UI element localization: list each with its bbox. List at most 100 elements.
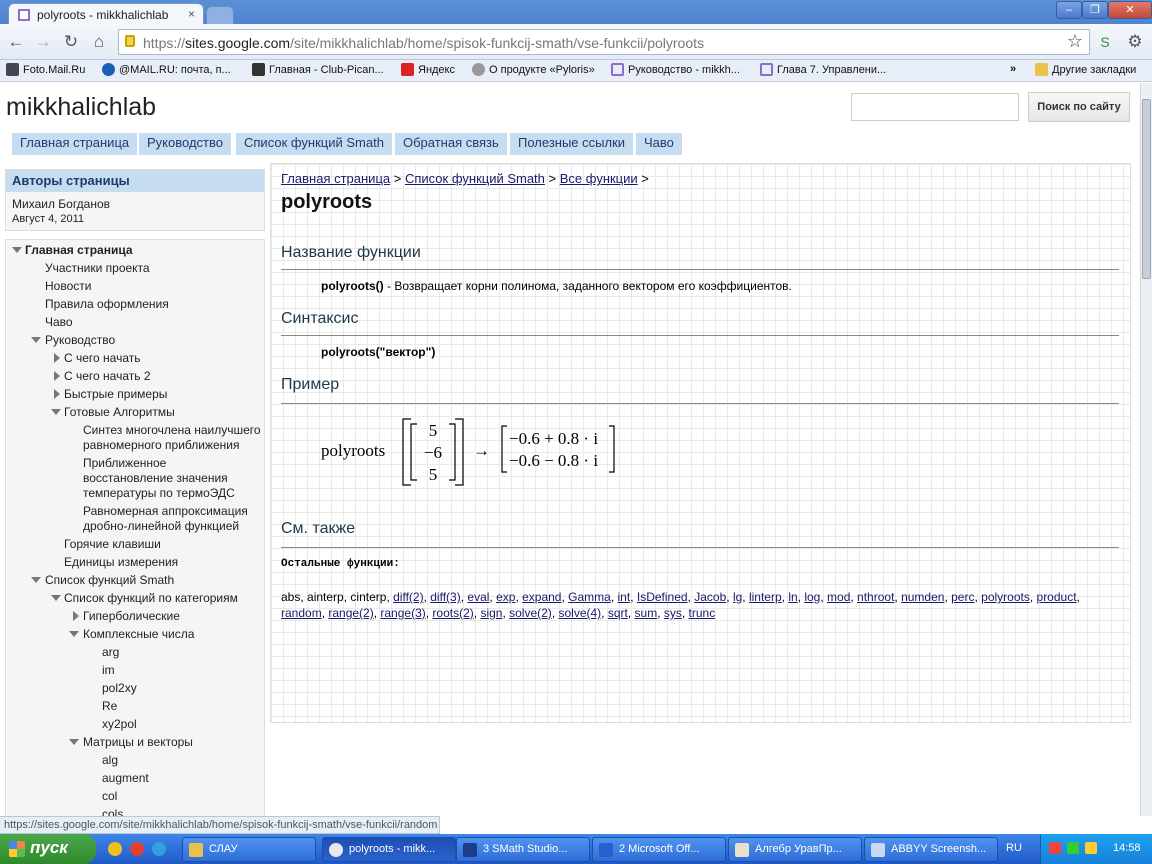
taskbar-item[interactable]: 3 SMath Studio... bbox=[456, 837, 590, 862]
nav-feedback[interactable]: Обратная связь bbox=[395, 133, 507, 155]
breadcrumb-all-functions[interactable]: Все функции bbox=[560, 171, 638, 186]
collapse-icon[interactable] bbox=[51, 595, 61, 601]
function-link[interactable]: nthroot bbox=[857, 590, 894, 604]
tree-item[interactable]: Список функций Smath bbox=[45, 573, 174, 587]
function-link[interactable]: Gamma bbox=[568, 590, 611, 604]
tree-item[interactable]: Руководство bbox=[45, 333, 115, 347]
tree-item[interactable]: arg bbox=[102, 645, 119, 659]
function-link[interactable]: solve(4) bbox=[558, 606, 601, 620]
tree-item[interactable]: xy2pol bbox=[102, 717, 137, 731]
nav-rukovodstvo[interactable]: Руководство bbox=[139, 133, 231, 155]
collapse-icon[interactable] bbox=[31, 337, 41, 343]
tree-item[interactable]: Матрицы и векторы bbox=[83, 735, 193, 749]
breadcrumb-function-list[interactable]: Список функций Smath bbox=[405, 171, 545, 186]
function-link[interactable]: numden bbox=[901, 590, 944, 604]
nav-useful-links[interactable]: Полезные ссылки bbox=[510, 133, 634, 155]
scrollbar-thumb[interactable] bbox=[1142, 99, 1151, 279]
collapse-icon[interactable] bbox=[51, 409, 61, 415]
expand-icon[interactable] bbox=[73, 611, 79, 621]
function-link[interactable]: roots(2) bbox=[432, 606, 473, 620]
nav-faq[interactable]: Чаво bbox=[636, 133, 682, 155]
function-link[interactable]: random bbox=[281, 606, 322, 620]
minimize-button[interactable]: ‒ bbox=[1056, 1, 1082, 19]
nav-home[interactable]: Главная страница bbox=[12, 133, 138, 155]
function-link[interactable]: product bbox=[1037, 590, 1077, 604]
bookmark-mail-ru[interactable]: @MAIL.RU: почта, п... bbox=[102, 63, 231, 76]
expand-icon[interactable] bbox=[54, 389, 60, 399]
home-icon[interactable]: ⌂ bbox=[88, 31, 110, 53]
tree-item[interactable]: pol2xy bbox=[102, 681, 137, 695]
bookmarks-overflow-icon[interactable]: » bbox=[1010, 63, 1016, 75]
site-search-input[interactable] bbox=[851, 93, 1019, 121]
tree-item[interactable]: С чего начать 2 bbox=[64, 369, 151, 383]
bookmark-rukovodstvo[interactable]: Руководство - mikkh... bbox=[611, 63, 740, 76]
tray-icon[interactable] bbox=[1049, 842, 1061, 854]
tab-close-icon[interactable]: × bbox=[188, 7, 195, 21]
wrench-icon[interactable]: ⚙ bbox=[1124, 31, 1146, 53]
collapse-icon[interactable] bbox=[69, 631, 79, 637]
collapse-icon[interactable] bbox=[69, 739, 79, 745]
function-link[interactable]: eval bbox=[467, 590, 489, 604]
tree-item[interactable]: Единицы измерения bbox=[64, 555, 178, 569]
site-search-button[interactable]: Поиск по сайту bbox=[1028, 92, 1130, 122]
tree-item[interactable]: col bbox=[102, 789, 117, 803]
function-link[interactable]: exp bbox=[496, 590, 515, 604]
maximize-button[interactable]: ❐ bbox=[1082, 1, 1108, 19]
start-button[interactable]: пуск bbox=[0, 834, 96, 864]
function-link[interactable]: ln bbox=[788, 590, 797, 604]
function-link[interactable]: range(3) bbox=[380, 606, 425, 620]
function-link[interactable]: lg bbox=[733, 590, 742, 604]
function-link[interactable]: linterp bbox=[749, 590, 782, 604]
tree-item[interactable]: Список функций по категориям bbox=[64, 591, 238, 605]
function-link[interactable]: polyroots bbox=[981, 590, 1030, 604]
reload-icon[interactable]: ↻ bbox=[60, 31, 82, 53]
bookmark-pyloris[interactable]: О продукте «Pyloris» bbox=[472, 63, 595, 76]
back-icon[interactable]: ← bbox=[5, 31, 27, 53]
new-tab-button[interactable] bbox=[206, 6, 234, 24]
tree-item[interactable]: augment bbox=[102, 771, 149, 785]
function-link[interactable]: Jacob bbox=[694, 590, 726, 604]
taskbar-item-active[interactable]: polyroots - mikk... bbox=[322, 837, 456, 862]
expand-icon[interactable] bbox=[54, 371, 60, 381]
tree-item[interactable]: Горячие клавиши bbox=[64, 537, 161, 551]
expand-icon[interactable] bbox=[54, 353, 60, 363]
bookmark-yandex[interactable]: Яндекс bbox=[401, 63, 455, 76]
bookmark-star-icon[interactable]: ☆ bbox=[1067, 31, 1083, 52]
function-link[interactable]: IsDefined bbox=[637, 590, 688, 604]
other-bookmarks[interactable]: Другие закладки bbox=[1035, 63, 1136, 76]
tree-item[interactable]: Приближенное восстановление значения тем… bbox=[83, 456, 243, 501]
tree-item[interactable]: cols bbox=[102, 807, 123, 816]
tab-polyroots[interactable]: polyroots - mikkhalichlab × bbox=[8, 3, 204, 25]
tree-item[interactable]: Новости bbox=[45, 279, 91, 293]
tree-item[interactable]: Синтез многочлена наилучшего равномерног… bbox=[83, 423, 266, 453]
tree-item[interactable]: Равномерная аппроксимация дробно-линейно… bbox=[83, 504, 263, 534]
tree-item[interactable]: Главная страница bbox=[25, 243, 133, 257]
page-scrollbar[interactable] bbox=[1140, 83, 1152, 816]
collapse-icon[interactable] bbox=[12, 247, 22, 253]
quicklaunch-icon[interactable] bbox=[130, 842, 144, 856]
bookmark-club-picanto[interactable]: Главная - Club-Pican... bbox=[252, 63, 384, 76]
collapse-icon[interactable] bbox=[31, 577, 41, 583]
taskbar-item[interactable]: Алгебр УравПр... bbox=[728, 837, 862, 862]
tree-item[interactable]: Готовые Алгоритмы bbox=[64, 405, 175, 419]
tree-item[interactable]: Гиперболические bbox=[83, 609, 180, 623]
tree-item[interactable]: Чаво bbox=[45, 315, 73, 329]
tree-item[interactable]: Быстрые примеры bbox=[64, 387, 167, 401]
function-link[interactable]: diff(2) bbox=[393, 590, 423, 604]
taskbar-item[interactable]: 2 Microsoft Off... bbox=[592, 837, 726, 862]
function-link[interactable]: sys bbox=[664, 606, 682, 620]
function-link[interactable]: range(2) bbox=[328, 606, 373, 620]
tree-item[interactable]: Комплексные числа bbox=[83, 627, 194, 641]
function-link[interactable]: solve(2) bbox=[509, 606, 552, 620]
bookmark-glava-7[interactable]: Глава 7. Управлени... bbox=[760, 63, 886, 76]
function-link[interactable]: log bbox=[804, 590, 820, 604]
forward-icon[interactable]: → bbox=[32, 31, 54, 53]
function-link[interactable]: sum bbox=[635, 606, 658, 620]
taskbar-item[interactable]: СЛАУ bbox=[182, 837, 316, 862]
tray-icon[interactable] bbox=[1067, 842, 1079, 854]
tree-item[interactable]: alg bbox=[102, 753, 118, 767]
tray-icon[interactable] bbox=[1085, 842, 1097, 854]
address-bar[interactable]: https://sites.google.com/site/mikkhalich… bbox=[118, 29, 1090, 55]
site-title[interactable]: mikkhalichlab bbox=[6, 93, 156, 122]
breadcrumb-home[interactable]: Главная страница bbox=[281, 171, 390, 186]
